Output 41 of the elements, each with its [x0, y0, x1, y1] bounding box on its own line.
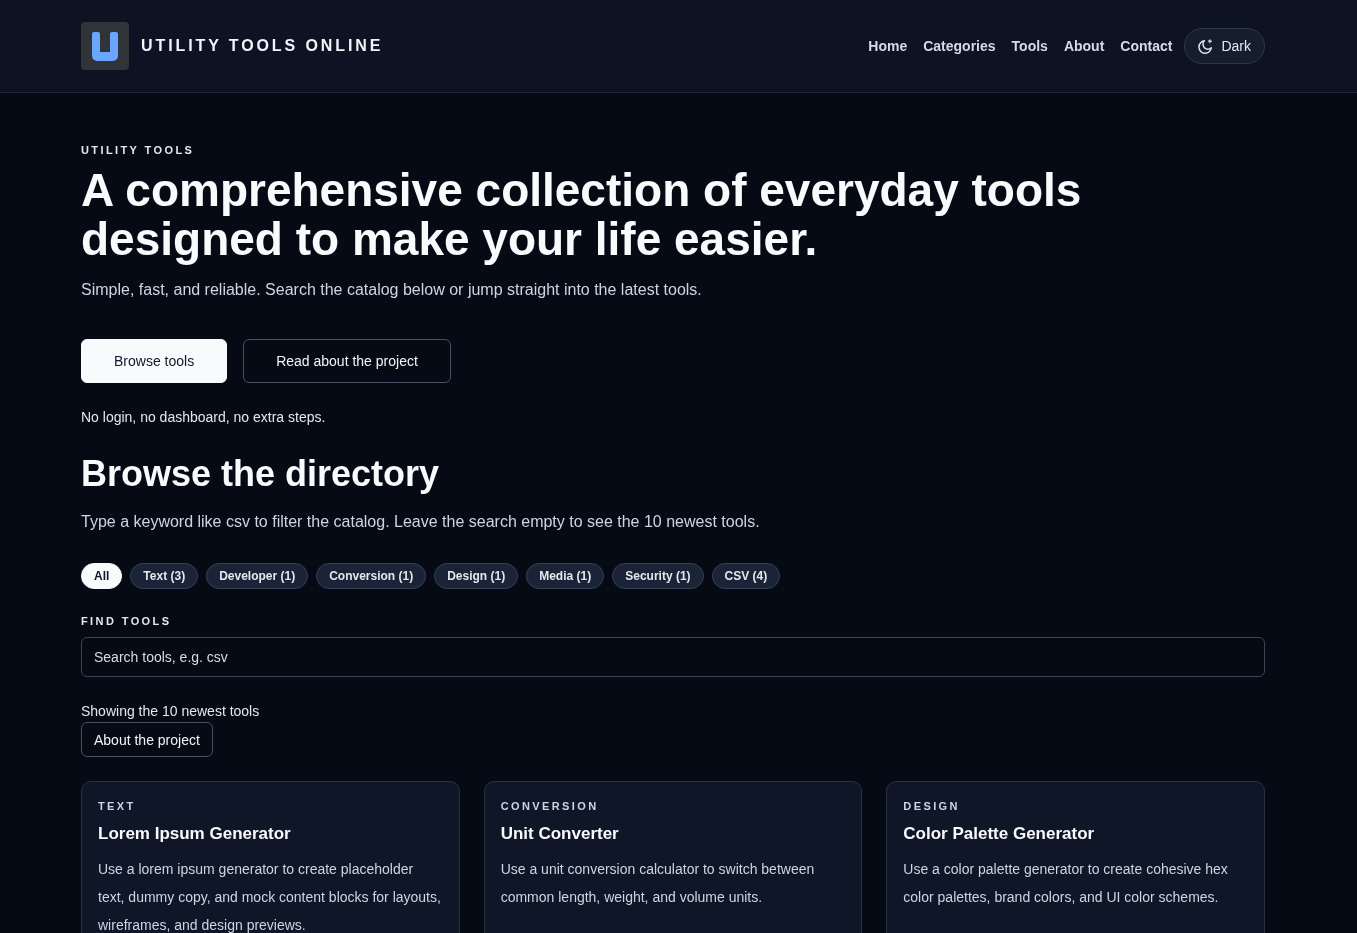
filter-chip[interactable]: Design (1) [434, 563, 519, 589]
moon-icon [1198, 38, 1214, 54]
filter-chip[interactable]: All [81, 563, 123, 589]
section-eyebrow: UTILITY TOOLS [81, 143, 196, 157]
filter-chip[interactable]: CSV (4) [711, 563, 781, 589]
site-title: UTILITY TOOLS ONLINE [141, 37, 384, 55]
tool-card[interactable]: DESIGN Color Palette Generator Use a color palette generator to create cohesive hex color palettes, brand colors, and UI color schemes. [886, 781, 1265, 933]
card-description: Use a unit conversion calculator to switch between common length, weight, and volume units. [500, 860, 816, 907]
card-title: Unit Converter [500, 823, 620, 845]
about-project-button[interactable]: About the project [81, 722, 213, 757]
nav-link[interactable]: Categories [923, 38, 996, 54]
logo-icon [81, 22, 129, 70]
card-description: Use a lorem ipsum generator to create placeholder text, dummy copy, and mock content blocks for layouts, wireframes, and design previews. [98, 860, 442, 933]
nav-link[interactable]: Home [868, 38, 908, 54]
nav-link[interactable]: Tools [1011, 38, 1048, 54]
section-intro: Type a keyword like csv to filter the catalog. Leave the search empty to see the 10 newest tools. [81, 512, 761, 532]
theme-toggle-button[interactable]: Dark [1184, 28, 1265, 64]
filter-chip[interactable]: Media (1) [526, 563, 605, 589]
card-title: Color Palette Generator [903, 823, 1096, 845]
card-category: CONVERSION [500, 799, 600, 813]
card-description: Use a color palette generator to create cohesive hex color palettes, brand colors, and UI color schemes. [903, 860, 1229, 907]
hero-subtitle: Simple, fast, and reliable. Search the catalog below or jump straight into the latest tools. [81, 280, 703, 300]
page-heading: A comprehensive collection of everyday tools designed to make your life easier. [81, 166, 1083, 264]
filter-chip[interactable]: Developer (1) [206, 563, 309, 589]
card-title: Lorem Ipsum Generator [98, 823, 292, 845]
card-category: DESIGN [903, 799, 961, 813]
read-about-button[interactable]: Read about the project [243, 339, 451, 383]
nav-link[interactable]: About [1063, 38, 1105, 54]
card-category: TEXT [98, 799, 137, 813]
tool-card[interactable]: TEXT Lorem Ipsum Generator Use a lorem ipsum generator to create placeholder text, dummy copy, and mock content blocks for layouts, wireframes, and design previews. [81, 781, 460, 933]
nav-link[interactable]: Contact [1120, 38, 1173, 54]
filter-chip[interactable]: Security (1) [612, 563, 704, 589]
filter-chip[interactable]: Text (3) [130, 563, 199, 589]
search-label: FIND TOOLS [81, 614, 173, 628]
search-field[interactable]: Search tools, e.g. csv [81, 637, 1265, 677]
hero-note: No login, no dashboard, no extra steps. [81, 408, 327, 427]
section-heading: Browse the directory [81, 452, 441, 496]
filter-chip[interactable]: Conversion (1) [316, 563, 427, 589]
browse-tools-button[interactable]: Browse tools [81, 339, 228, 383]
results-status: Showing the 10 newest tools [81, 702, 261, 720]
tool-card[interactable]: CONVERSION Unit Converter Use a unit conversion calculator to switch between common length, weight, and volume units. [483, 781, 863, 933]
